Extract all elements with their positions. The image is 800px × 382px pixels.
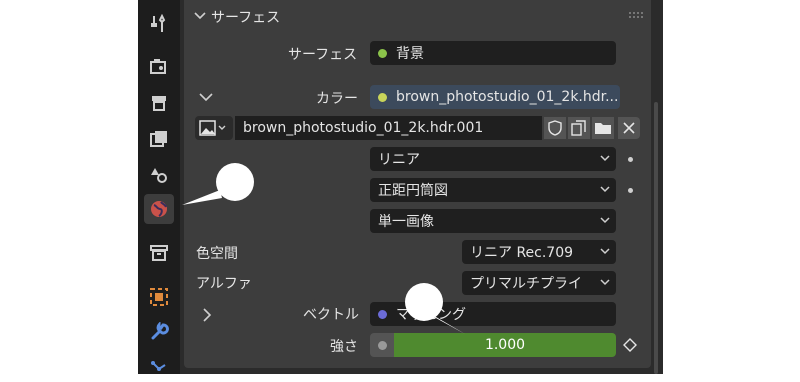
surface-value: 背景 [396, 46, 424, 62]
chevron-down-icon [600, 186, 610, 193]
chevron-down-icon[interactable] [199, 92, 213, 102]
collection-icon[interactable] [144, 238, 174, 268]
unlink-button[interactable] [618, 117, 640, 139]
strength-label: 強さ [330, 339, 358, 355]
shield-icon [548, 120, 562, 136]
scrollbar[interactable] [654, 102, 658, 374]
color-label: カラー [316, 91, 358, 107]
color-space-label: 色空間 [196, 246, 238, 262]
view-layer-icon[interactable] [144, 124, 174, 154]
interpolation-dropdown[interactable]: リニア [370, 147, 616, 171]
duplicate-icon [571, 120, 586, 136]
properties-tab-bar [138, 0, 180, 374]
strength-value: 1.000 [484, 337, 526, 353]
open-file-button[interactable] [592, 117, 614, 139]
projection-value: 正距円筒図 [378, 183, 448, 199]
panel-title[interactable]: サーフェス [211, 7, 280, 27]
output-icon[interactable] [144, 88, 174, 118]
tool-icon[interactable] [144, 9, 174, 39]
color-space-value: リニア Rec.709 [470, 245, 574, 261]
socket-dot-icon [628, 157, 633, 162]
scene-icon[interactable] [144, 160, 174, 190]
surface-label: サーフェス [288, 47, 358, 63]
alpha-value: プリマルチプライ [470, 276, 582, 292]
keyframe-icon[interactable] [623, 338, 637, 352]
projection-dropdown[interactable]: 正距円筒図 [370, 178, 616, 202]
image-browse-button[interactable] [195, 116, 233, 140]
strength-slider[interactable]: 1.000 [394, 333, 616, 357]
drag-handle-icon[interactable] [629, 12, 643, 18]
surface-shader-field[interactable]: 背景 [370, 41, 616, 65]
chevron-right-icon[interactable] [202, 308, 212, 322]
alpha-label: アルファ [196, 276, 252, 292]
shader-socket-icon [378, 48, 387, 58]
chevron-down-icon [600, 248, 610, 255]
object-icon[interactable] [144, 282, 174, 312]
color-value: brown_photostudio_01_2k.hdr.... [396, 89, 620, 105]
color-socket-icon [378, 92, 387, 102]
alpha-dropdown[interactable]: プリマルチプライ [462, 271, 616, 295]
interpolation-value: リニア [378, 152, 420, 168]
particles-icon[interactable] [144, 352, 174, 382]
socket-dot-icon [628, 188, 633, 193]
color-input-field[interactable]: brown_photostudio_01_2k.hdr.... [370, 85, 620, 109]
image-name: brown_photostudio_01_2k.hdr.001 [243, 120, 484, 136]
world-icon[interactable] [144, 194, 174, 224]
color-space-dropdown[interactable]: リニア Rec.709 [462, 240, 616, 264]
strength-socket[interactable] [370, 333, 394, 357]
annotation-pointer [419, 307, 465, 334]
source-value: 単一画像 [378, 214, 434, 230]
image-name-field[interactable]: brown_photostudio_01_2k.hdr.001 [235, 116, 542, 140]
close-icon [623, 122, 635, 134]
folder-icon [595, 123, 611, 134]
chevron-down-icon [600, 217, 610, 224]
chevron-down-icon [600, 155, 610, 162]
vector-label: ベクトル [303, 307, 359, 323]
source-dropdown[interactable]: 単一画像 [370, 209, 616, 233]
fake-user-button[interactable] [544, 117, 566, 139]
annotation-pointer [182, 190, 222, 205]
render-icon[interactable] [144, 52, 174, 82]
chevron-down-icon [600, 279, 610, 286]
float-socket-icon [377, 340, 387, 350]
modifier-icon[interactable] [144, 317, 174, 347]
duplicate-button[interactable] [568, 117, 590, 139]
vector-socket-icon [378, 309, 387, 319]
chevron-down-icon[interactable] [194, 11, 206, 21]
image-icon [199, 120, 226, 136]
